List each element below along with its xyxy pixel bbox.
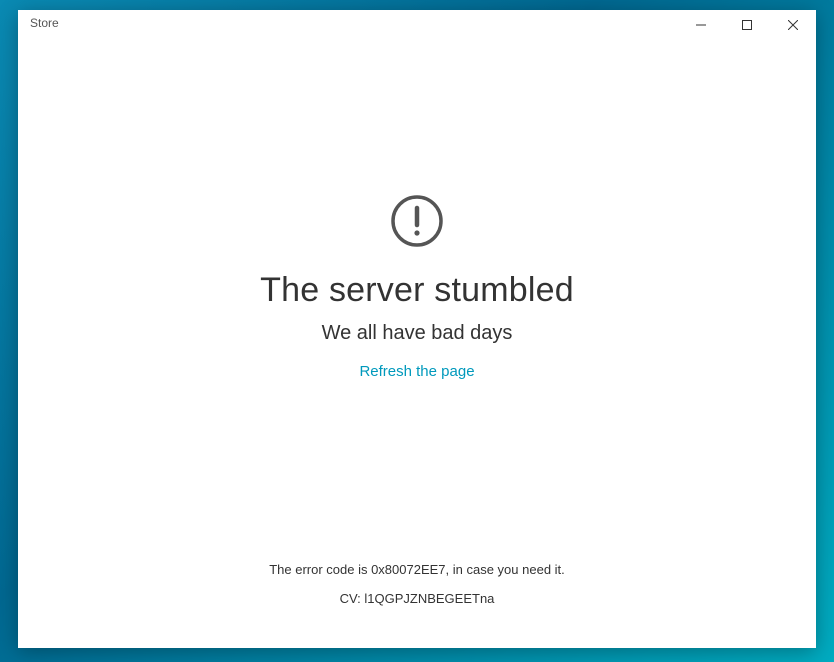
cv-code-text: CV: l1QGPJZNBEGEETna <box>18 591 816 606</box>
maximize-icon <box>742 20 752 30</box>
maximize-button[interactable] <box>724 10 770 40</box>
close-button[interactable] <box>770 10 816 40</box>
error-footer: The error code is 0x80072EE7, in case yo… <box>18 562 816 648</box>
titlebar[interactable]: Store <box>18 10 816 42</box>
refresh-link[interactable]: Refresh the page <box>359 363 474 380</box>
error-heading: The server stumbled <box>260 271 574 310</box>
window-controls <box>678 10 816 40</box>
error-code-text: The error code is 0x80072EE7, in case yo… <box>18 562 816 577</box>
close-icon <box>788 20 798 30</box>
minimize-icon <box>696 20 706 30</box>
error-content: The server stumbled We all have bad days… <box>18 42 816 562</box>
window-title: Store <box>30 16 59 30</box>
window: Store <box>18 10 816 648</box>
error-subheading: We all have bad days <box>322 322 513 345</box>
warning-icon <box>390 194 444 253</box>
minimize-button[interactable] <box>678 10 724 40</box>
